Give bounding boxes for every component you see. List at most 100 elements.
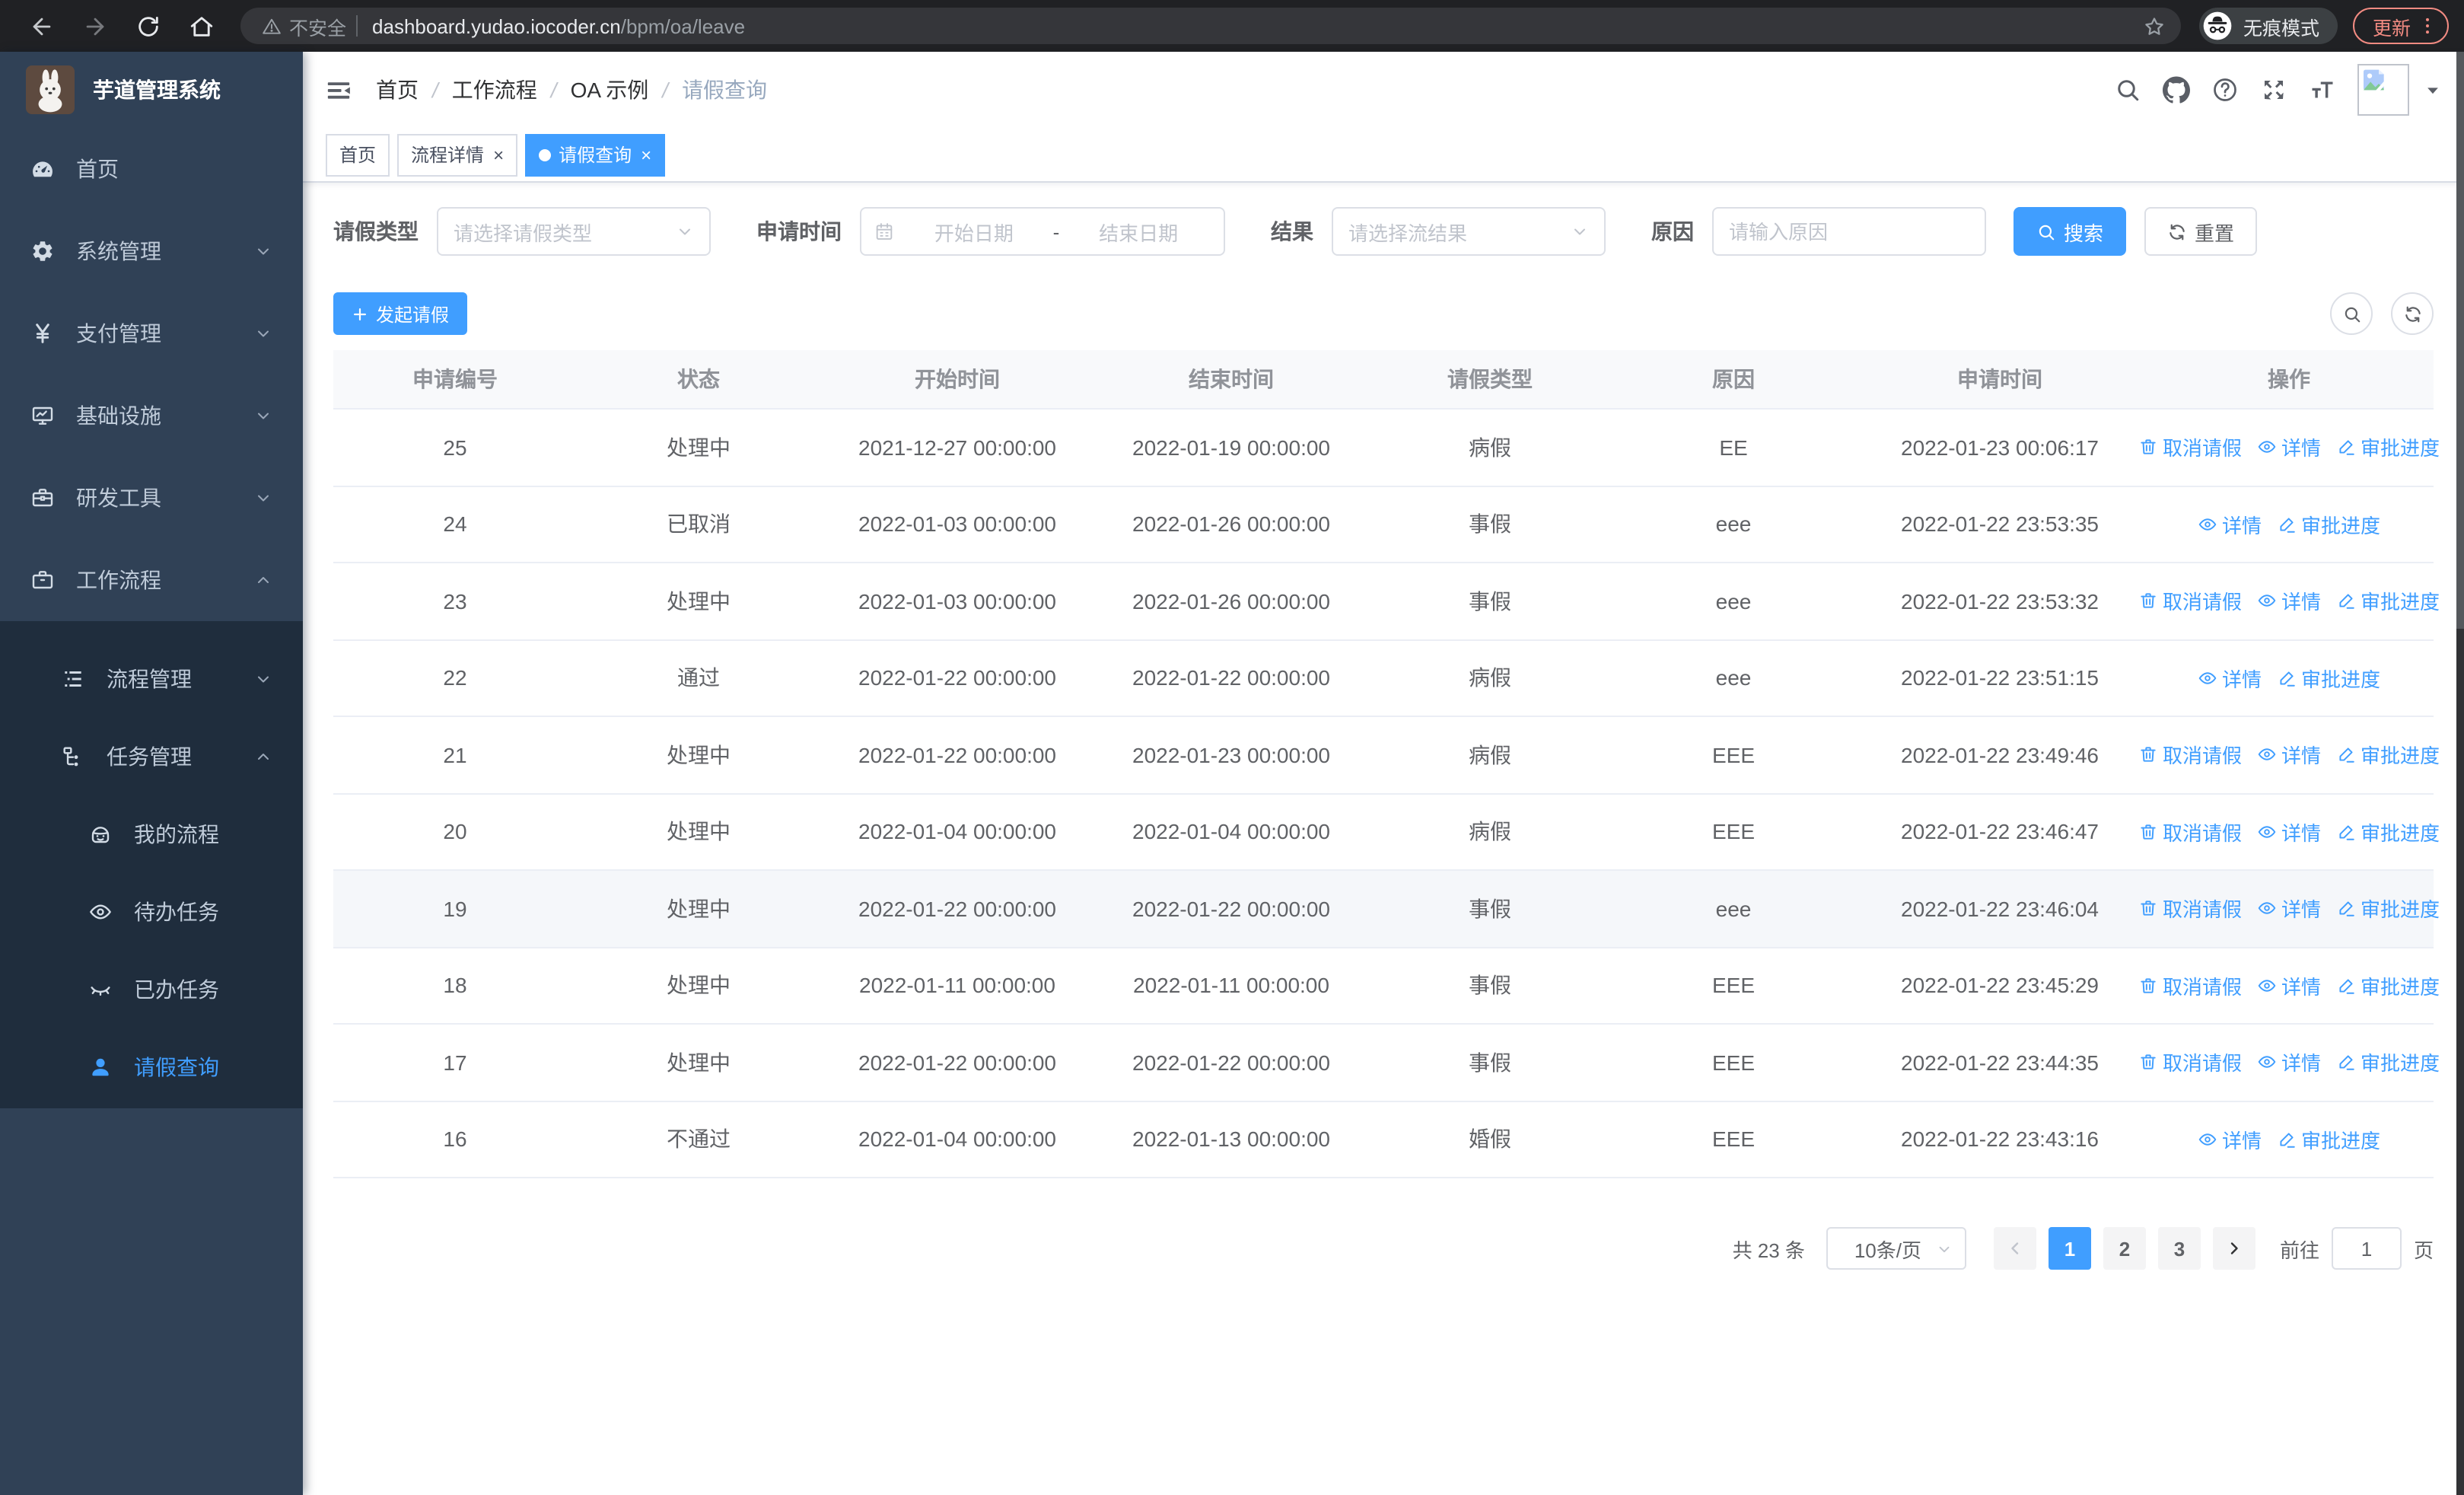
column-header: 原因 [1712, 367, 1755, 391]
progress-link[interactable]: 审批进度 [2336, 894, 2440, 923]
sidebar-item[interactable]: 流程管理 [0, 639, 303, 717]
detail-link[interactable]: 详情 [2257, 971, 2321, 1000]
browser-forward-button[interactable] [82, 13, 108, 39]
app-logo[interactable]: 芋道管理系统 [0, 52, 303, 128]
sidebar-item[interactable]: 任务管理 [0, 717, 303, 795]
progress-link[interactable]: 审批进度 [2336, 587, 2440, 616]
user-avatar[interactable] [2357, 64, 2409, 116]
cancel-link[interactable]: 取消请假 [2138, 1048, 2242, 1077]
sidebar-item[interactable]: 我的流程 [0, 795, 303, 872]
table-row: 21 处理中 2022-01-22 00:00:00 2022-01-23 00:00… [333, 717, 2440, 794]
page-number-button[interactable]: 1 [2048, 1227, 2091, 1270]
browser-back-button[interactable] [29, 13, 55, 39]
reset-button[interactable]: 重置 [2144, 207, 2258, 256]
table-row: 23 处理中 2022-01-03 00:00:00 2022-01-26 00:00… [333, 563, 2440, 640]
detail-link[interactable]: 详情 [2257, 1048, 2321, 1077]
cancel-link[interactable]: 取消请假 [2138, 818, 2242, 846]
tab-item[interactable]: 首页 [326, 133, 390, 176]
sidebar-item[interactable]: 请假查询 [0, 1028, 303, 1105]
detail-link[interactable]: 详情 [2198, 1125, 2262, 1154]
search-button[interactable]: 搜索 [2014, 207, 2127, 256]
detail-link[interactable]: 详情 [2257, 894, 2321, 923]
result-select[interactable]: 请选择流结果 [1332, 207, 1606, 256]
reason-input[interactable] [1712, 207, 1986, 256]
cell-leave-type: 病假 [1469, 665, 1511, 690]
sidebar-item-label: 流程管理 [107, 666, 192, 690]
sidebar-item[interactable]: 研发工具 [0, 457, 303, 539]
incognito-icon [2202, 11, 2233, 41]
sidebar-item[interactable]: 基础设施 [0, 375, 303, 457]
cancel-link[interactable]: 取消请假 [2138, 894, 2242, 923]
table-row: 24 已取消 2022-01-03 00:00:00 2022-01-26 00:00… [333, 486, 2434, 563]
sidebar-item[interactable]: 首页 [0, 128, 303, 210]
browser-update-button[interactable]: 更新 [2352, 8, 2449, 44]
cancel-link[interactable]: 取消请假 [2138, 587, 2242, 616]
search-icon[interactable] [2114, 76, 2141, 104]
detail-link[interactable]: 详情 [2257, 741, 2321, 770]
sidebar-item[interactable]: 系统管理 [0, 210, 303, 292]
progress-link[interactable]: 审批进度 [2336, 818, 2440, 846]
search-icon [2036, 222, 2056, 241]
caret-down-icon[interactable] [2424, 81, 2441, 98]
tab-item[interactable]: 流程详情 × [397, 133, 518, 176]
next-page-button[interactable] [2212, 1227, 2255, 1270]
close-icon[interactable]: × [641, 145, 651, 164]
scrollbar[interactable] [2456, 52, 2464, 1495]
calendar-icon [874, 221, 895, 242]
end-date-placeholder: 结束日期 [1099, 222, 1179, 244]
cancel-link[interactable]: 取消请假 [2138, 971, 2242, 1000]
refresh-table-button[interactable] [2391, 292, 2434, 335]
sidebar-item[interactable]: 工作流程 [0, 539, 303, 621]
scrollbar-thumb[interactable] [2456, 52, 2464, 630]
close-icon[interactable]: × [493, 145, 504, 164]
browser-chrome: 不安全 dashboard.yudao.iocoder.cn/bpm/oa/le… [0, 0, 2464, 52]
browser-home-button[interactable] [189, 13, 215, 39]
prev-page-button[interactable] [1993, 1227, 2036, 1270]
progress-link[interactable]: 审批进度 [2336, 1048, 2440, 1077]
github-icon[interactable] [2163, 76, 2190, 104]
detail-link[interactable]: 详情 [2257, 587, 2321, 616]
goto-page-input[interactable] [2331, 1227, 2402, 1270]
refresh-icon [2402, 304, 2422, 324]
eye-open-icon [2257, 745, 2277, 765]
apply-time-range-picker[interactable]: 开始日期 - 结束日期 [860, 207, 1225, 256]
breadcrumb-link[interactable]: 首页 [376, 75, 419, 105]
eye-open-icon [2257, 1053, 2277, 1073]
create-leave-button[interactable]: 发起请假 [333, 292, 468, 335]
detail-link[interactable]: 详情 [2198, 510, 2262, 539]
url-bar[interactable]: 不安全 dashboard.yudao.iocoder.cn/bpm/oa/le… [240, 8, 2181, 44]
breadcrumb-link[interactable]: OA 示例 [571, 75, 649, 105]
leave-type-select[interactable]: 请选择请假类型 [437, 207, 711, 256]
progress-link[interactable]: 审批进度 [2336, 971, 2440, 1000]
progress-link[interactable]: 审批进度 [2277, 664, 2380, 693]
detail-link[interactable]: 详情 [2198, 664, 2262, 693]
sidebar-item[interactable]: 已办任务 [0, 950, 303, 1028]
progress-link[interactable]: 审批进度 [2277, 1125, 2380, 1154]
tags-view-bar: 首页 流程详情 × 请假查询 × [303, 128, 2464, 183]
toggle-search-button[interactable] [2330, 292, 2373, 335]
cell-actions: 取消请假 详情 审批进度 [2141, 971, 2440, 1000]
page-number-button[interactable]: 3 [2157, 1227, 2201, 1270]
tab-active[interactable]: 请假查询 × [525, 133, 666, 176]
sidebar-item[interactable]: 支付管理 [0, 292, 303, 375]
question-icon[interactable] [2211, 76, 2239, 104]
detail-link[interactable]: 详情 [2257, 818, 2321, 846]
cancel-link[interactable]: 取消请假 [2138, 741, 2242, 770]
sidebar-item[interactable]: 待办任务 [0, 872, 303, 950]
breadcrumb-link[interactable]: 工作流程 [452, 75, 537, 105]
progress-link[interactable]: 审批进度 [2336, 741, 2440, 770]
fullscreen-icon[interactable] [2260, 76, 2287, 104]
browser-reload-button[interactable] [135, 13, 161, 39]
sidebar-menu: 首页 系统管理 支付管理 基础设施 研发工具 工作流程流程管理任务管理 我的流程 待办任务 已办… [0, 128, 303, 1108]
browser-menu-icon[interactable] [2417, 15, 2438, 37]
column-header: 开始时间 [915, 367, 1000, 391]
font-size-icon[interactable] [2309, 76, 2336, 104]
detail-link[interactable]: 详情 [2257, 433, 2321, 462]
page-size-select[interactable]: 10条/页 [1826, 1227, 1966, 1270]
cancel-link[interactable]: 取消请假 [2138, 433, 2242, 462]
progress-link[interactable]: 审批进度 [2277, 510, 2380, 539]
progress-link[interactable]: 审批进度 [2336, 433, 2440, 462]
bookmark-star-icon[interactable] [2143, 14, 2166, 37]
hamburger-icon[interactable] [326, 77, 352, 103]
page-number-button[interactable]: 2 [2103, 1227, 2146, 1270]
